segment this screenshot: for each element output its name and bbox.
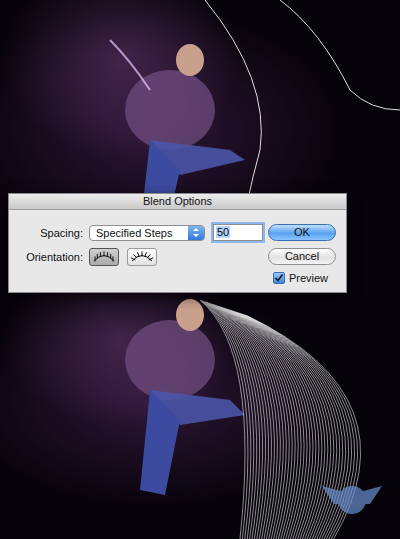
orientation-row	[89, 248, 263, 266]
checkmark-icon	[274, 273, 284, 283]
dialog-fields: Spacing: Specified Steps 50 Orientation:	[15, 218, 263, 284]
preview-checkbox[interactable]: Preview	[273, 272, 328, 284]
spacing-select[interactable]: Specified Steps	[89, 225, 205, 241]
dialog-body: Spacing: Specified Steps 50 Orientation: OK C…	[9, 210, 346, 290]
tutorial-screenshot: Blend Options Spacing: Specified Steps 50 Or…	[0, 0, 400, 539]
page-orientation-icon	[91, 250, 117, 264]
spacing-row: Specified Steps 50	[89, 224, 263, 241]
select-arrows	[188, 226, 204, 240]
dialog-title: Blend Options	[9, 194, 346, 210]
orientation-button[interactable]	[89, 248, 119, 266]
blend-options-dialog: Blend Options Spacing: Specified Steps 50 Or…	[8, 193, 347, 293]
checkbox-box	[273, 272, 285, 284]
dialog-actions: OK Cancel Preview	[268, 218, 336, 284]
spacing-label: Spacing:	[15, 227, 83, 239]
updown-arrows-icon	[192, 227, 200, 238]
default-button[interactable]: OK	[268, 224, 336, 241]
blend-lines-icon	[0, 290, 400, 539]
orientation-label: Orientation:	[15, 251, 83, 263]
steps-input[interactable]: 50	[213, 224, 263, 241]
secondary-button[interactable]: Cancel	[268, 248, 336, 265]
blended-photo	[0, 290, 400, 539]
orientation-button[interactable]	[127, 248, 157, 266]
path-orientation-icon	[129, 250, 155, 264]
